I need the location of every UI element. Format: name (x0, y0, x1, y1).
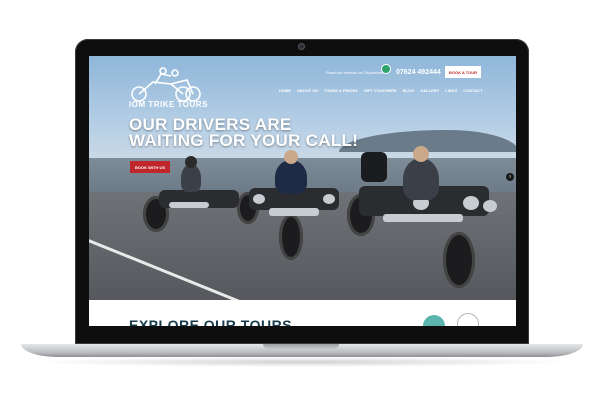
camera-icon (299, 44, 304, 49)
nav-about-us[interactable]: ABOUT US (297, 88, 318, 93)
teal-badge-icon (423, 315, 445, 326)
laptop-shadow (30, 357, 574, 367)
tours-section: EXPLORE OUR TOURS (89, 300, 516, 326)
nav-contact[interactable]: CONTACT (463, 88, 482, 93)
trike-center (239, 148, 349, 268)
trike-right (343, 144, 513, 294)
slider-next-icon[interactable]: › (506, 173, 514, 181)
nav-gift-vouchers[interactable]: GIFT VOUCHERS (364, 88, 397, 93)
nav-gallery[interactable]: GALLERY (420, 88, 439, 93)
tripadvisor-owl-icon[interactable] (381, 64, 391, 74)
laptop-screen: IOM TRIKE TOURS Read our reviews on Trip… (89, 56, 516, 326)
laptop-notch (263, 344, 339, 349)
award-badge-icon (457, 313, 479, 326)
logo-text[interactable]: IOM TRIKE TOURS (129, 100, 208, 109)
nav-links[interactable]: LINKS (445, 88, 457, 93)
phone-number[interactable]: 07624 492444 (396, 69, 441, 76)
hero-headline: OUR DRIVERS ARE WAITING FOR YOUR CALL! (129, 116, 359, 150)
headline-line-2: WAITING FOR YOUR CALL! (129, 131, 359, 150)
nav-home[interactable]: HOME (279, 88, 291, 93)
section-title: EXPLORE OUR TOURS (129, 317, 293, 326)
book-tour-button[interactable]: BOOK A TOUR (445, 66, 481, 78)
main-nav: HOME ABOUT US TOURS & PRICES GIFT VOUCHE… (279, 88, 483, 93)
reviews-link[interactable]: Read our reviews on Tripadvisor (326, 70, 383, 75)
nav-blog[interactable]: BLOG (403, 88, 415, 93)
hero-banner: IOM TRIKE TOURS Read our reviews on Trip… (89, 56, 516, 300)
nav-tours-prices[interactable]: TOURS & PRICES (324, 88, 358, 93)
book-with-us-button[interactable]: BOOK WITH US (130, 161, 170, 173)
